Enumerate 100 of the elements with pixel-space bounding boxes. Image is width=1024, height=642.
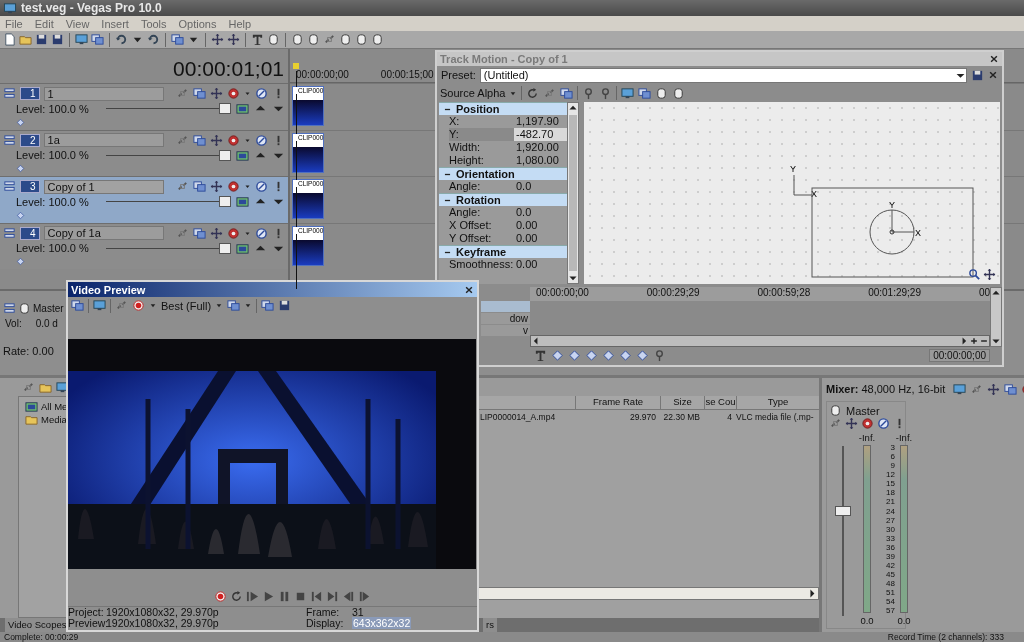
column-header[interactable]: Type — [736, 396, 819, 409]
move-icon[interactable] — [211, 33, 224, 46]
undo-icon[interactable] — [115, 33, 128, 46]
layers-icon[interactable] — [193, 87, 206, 100]
grip-icon[interactable] — [3, 226, 16, 240]
tree-item[interactable]: Media — [41, 414, 67, 425]
keyframe-icon[interactable] — [568, 348, 581, 362]
gear-icon[interactable] — [861, 417, 874, 430]
menu-item[interactable]: Edit — [34, 17, 54, 30]
media-icon[interactable] — [236, 195, 249, 208]
property-row[interactable]: Height: 1,080.00 — [439, 154, 567, 167]
property-value[interactable]: 0.00 — [514, 219, 567, 232]
level-slider-thumb[interactable] — [219, 103, 231, 114]
horizontal-scrollbar[interactable] — [530, 335, 990, 347]
track-header[interactable]: 3 Copy of 1 Level: 100.0 % — [0, 176, 288, 223]
property-value[interactable]: 1,920.00 — [514, 141, 567, 154]
grip-icon[interactable] — [3, 87, 16, 100]
property-row[interactable]: Width: 1,920.00 — [439, 141, 567, 154]
property-row[interactable]: Angle: 0.0 — [439, 206, 567, 219]
menu-item[interactable]: Help — [228, 17, 252, 30]
quality-dropdown[interactable]: Best (Full) — [161, 299, 212, 312]
close-icon[interactable] — [989, 54, 999, 64]
source-alpha-dropdown[interactable]: Source Alpha — [440, 87, 506, 99]
property-row[interactable]: Angle: 0.0 — [439, 180, 567, 193]
save-icon[interactable] — [971, 68, 984, 82]
track-row[interactable]: dow — [481, 313, 530, 324]
layers-icon[interactable] — [91, 33, 104, 46]
grip-icon[interactable] — [3, 133, 16, 147]
pause-icon[interactable] — [278, 589, 291, 603]
text-icon[interactable] — [251, 33, 264, 46]
layers-icon[interactable] — [171, 33, 184, 46]
vertical-scrollbar[interactable] — [567, 102, 579, 284]
go-to-start-icon[interactable] — [310, 589, 323, 603]
clip-icon[interactable] — [307, 33, 320, 46]
layers-icon[interactable] — [1004, 382, 1018, 396]
track-row[interactable]: v — [481, 325, 530, 336]
vertical-scrollbar[interactable] — [990, 287, 1002, 347]
save-icon[interactable] — [278, 299, 292, 312]
clip-icon[interactable] — [371, 33, 384, 46]
move-icon[interactable] — [845, 417, 858, 430]
gear-icon[interactable] — [227, 180, 240, 193]
layers-icon[interactable] — [193, 180, 206, 193]
no-sign-icon[interactable] — [255, 87, 268, 100]
zoom-icon[interactable] — [968, 268, 981, 281]
track-name-field[interactable]: Copy of 1a — [43, 226, 164, 240]
record-icon[interactable] — [214, 589, 227, 603]
loop-icon[interactable] — [230, 589, 243, 603]
link-icon[interactable] — [323, 33, 336, 46]
preset-dropdown[interactable]: (Untitled) — [479, 67, 967, 83]
save-icon[interactable] — [51, 33, 64, 46]
previous-frame-icon[interactable] — [342, 589, 355, 603]
loop-icon[interactable] — [526, 86, 540, 100]
keyframe-icon[interactable] — [636, 348, 649, 362]
menu-item[interactable]: File — [5, 17, 23, 30]
level-slider-thumb[interactable] — [219, 196, 231, 207]
layers-icon[interactable] — [71, 299, 84, 312]
no-sign-icon[interactable] — [255, 226, 268, 240]
menu-item[interactable]: Insert — [101, 17, 129, 30]
track-header[interactable]: 2 1a Level: 100.0 % — [0, 129, 288, 176]
no-sign-icon[interactable] — [877, 417, 890, 430]
play-from-start-icon[interactable] — [246, 589, 259, 603]
property-value[interactable]: -482.70 — [514, 128, 567, 141]
keyframe-icon[interactable] — [602, 348, 615, 362]
fader-thumb[interactable] — [835, 505, 851, 516]
new-file-icon[interactable] — [3, 33, 16, 46]
record-icon[interactable] — [132, 299, 145, 312]
rotation-circle[interactable] — [869, 209, 915, 255]
property-row[interactable]: X Offset: 0.00 — [439, 219, 567, 232]
text-icon[interactable] — [534, 348, 547, 362]
track-header[interactable]: 1 1 Level: 100.0 % — [0, 83, 288, 130]
layers-icon[interactable] — [261, 299, 275, 312]
media-icon[interactable] — [236, 102, 249, 115]
save-icon[interactable] — [35, 33, 48, 46]
column-header[interactable]: Size — [660, 396, 704, 409]
property-value[interactable]: 1,197.90 — [514, 115, 567, 128]
no-sign-icon[interactable] — [255, 180, 268, 193]
tab[interactable]: rs — [483, 618, 497, 632]
clip-icon[interactable] — [672, 86, 686, 100]
playhead-marker[interactable] — [293, 63, 299, 69]
column-header[interactable]: Frame Rate — [575, 396, 660, 409]
track-name-field[interactable]: Copy of 1 — [43, 179, 164, 194]
keyframe-icon[interactable] — [16, 257, 25, 266]
property-row[interactable]: X: 1,197.90 — [439, 115, 567, 128]
play-icon[interactable] — [262, 589, 275, 603]
timecode-field[interactable]: 00:00:00;00 — [929, 348, 990, 362]
keyframe-icon[interactable] — [551, 348, 564, 362]
track-header[interactable]: 4 Copy of 1a Level: 100.0 % — [0, 222, 288, 269]
media-icon[interactable] — [236, 241, 249, 255]
clip-icon[interactable] — [18, 302, 31, 315]
keyframe-icon[interactable] — [619, 348, 632, 362]
property-value[interactable]: 0.0 — [514, 180, 567, 193]
clip-icon[interactable] — [267, 33, 280, 46]
property-row[interactable]: Y: -482.70 — [439, 128, 567, 141]
motion-canvas[interactable]: Y X Y X — [584, 102, 1000, 284]
layers-icon[interactable] — [193, 133, 206, 147]
clip-icon[interactable] — [291, 33, 304, 46]
grip-icon[interactable] — [3, 180, 16, 193]
track-row[interactable] — [481, 301, 530, 312]
undo-icon[interactable] — [147, 33, 160, 46]
clip-icon[interactable] — [355, 33, 368, 46]
